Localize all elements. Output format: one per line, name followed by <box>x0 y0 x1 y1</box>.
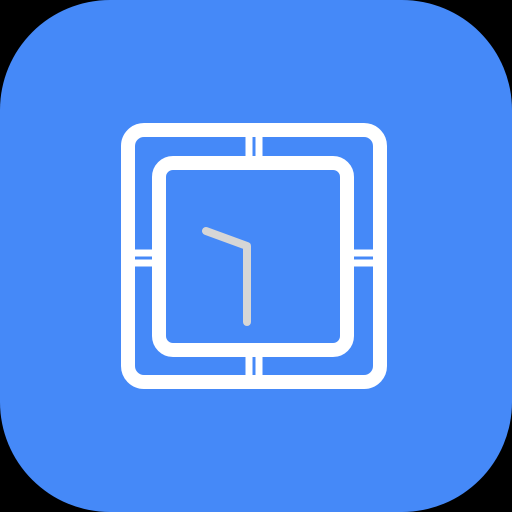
app-icon[interactable] <box>0 0 512 512</box>
clock-hands <box>202 227 251 326</box>
square-clock-icon <box>121 123 387 389</box>
inner-dial <box>152 156 354 357</box>
